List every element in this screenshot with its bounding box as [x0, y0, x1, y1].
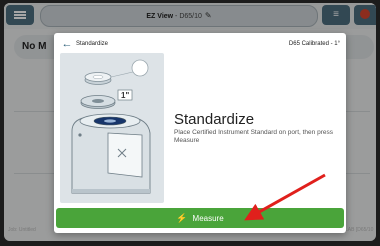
measure-button[interactable]: ⚡ Measure: [56, 208, 344, 228]
instrument-illustration: 1": [60, 53, 164, 203]
instrument-drawing: 1": [71, 59, 151, 194]
lightning-bolt-icon: ⚡: [176, 213, 188, 223]
size-badge: 1": [121, 91, 129, 100]
standardize-dialog: ← Standardize D65 Calibrated - 1° 1" Sta…: [54, 33, 346, 233]
dialog-description: Place Certified Instrument Standard on p…: [174, 129, 333, 144]
dialog-header: ← Standardize D65 Calibrated - 1°: [54, 33, 346, 55]
dialog-heading: Standardize: [174, 111, 255, 128]
calibration-status: D65 Calibrated - 1°: [288, 41, 340, 47]
arrow-left-icon[interactable]: ←: [60, 37, 74, 51]
measure-label: Measure: [192, 214, 224, 223]
dialog-title: Standardize: [76, 41, 109, 47]
